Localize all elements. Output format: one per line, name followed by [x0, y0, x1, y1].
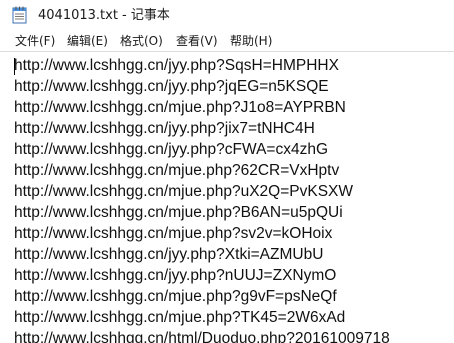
title-bar[interactable]: 4041013.txt - 记事本	[0, 0, 454, 31]
text-line: http://www.lcshhgg.cn/jyy.php?jqEG=n5KSQ…	[14, 78, 329, 95]
menu-format[interactable]: 格式(O)	[120, 32, 163, 50]
text-editor[interactable]: http://www.lcshhgg.cn/jyy.php?SqsH=HMPHH…	[0, 51, 454, 343]
notepad-icon	[12, 6, 27, 24]
menu-view[interactable]: 查看(V)	[176, 32, 218, 50]
text-line: http://www.lcshhgg.cn/html/Duoduo.php?20…	[14, 330, 390, 343]
text-line: http://www.lcshhgg.cn/mjue.php?g9vF=psNe…	[14, 288, 337, 305]
window-title: 4041013.txt - 记事本	[38, 8, 170, 23]
text-line: http://www.lcshhgg.cn/mjue.php?uX2Q=PvKS…	[14, 183, 354, 200]
notepad-window: 4041013.txt - 记事本 文件(F) 编辑(E) 格式(O) 查看(V…	[0, 0, 454, 343]
editor-content: http://www.lcshhgg.cn/jyy.php?SqsH=HMPHH…	[14, 55, 390, 343]
text-caret	[14, 58, 15, 75]
menu-help[interactable]: 帮助(H)	[230, 32, 272, 50]
text-line: http://www.lcshhgg.cn/jyy.php?SqsH=HMPHH…	[14, 57, 339, 74]
text-line: http://www.lcshhgg.cn/mjue.php?sv2v=kOHo…	[14, 225, 333, 242]
text-line: http://www.lcshhgg.cn/jyy.php?jix7=tNHC4…	[14, 120, 315, 137]
menu-edit[interactable]: 编辑(E)	[67, 32, 108, 50]
menu-file[interactable]: 文件(F)	[15, 32, 55, 50]
text-line: http://www.lcshhgg.cn/mjue.php?62CR=VxHp…	[14, 162, 340, 179]
text-line: http://www.lcshhgg.cn/jyy.php?nUUJ=ZXNym…	[14, 267, 337, 284]
text-line: http://www.lcshhgg.cn/mjue.php?B6AN=u5pQ…	[14, 204, 343, 221]
text-line: http://www.lcshhgg.cn/mjue.php?J1o8=AYPR…	[14, 99, 346, 116]
text-line: http://www.lcshhgg.cn/jyy.php?cFWA=cx4zh…	[14, 141, 329, 158]
text-line: http://www.lcshhgg.cn/jyy.php?Xtki=AZMUb…	[14, 246, 324, 263]
menu-bar: 文件(F) 编辑(E) 格式(O) 查看(V) 帮助(H)	[0, 31, 454, 51]
text-line: http://www.lcshhgg.cn/mjue.php?TK45=2W6x…	[14, 309, 346, 326]
